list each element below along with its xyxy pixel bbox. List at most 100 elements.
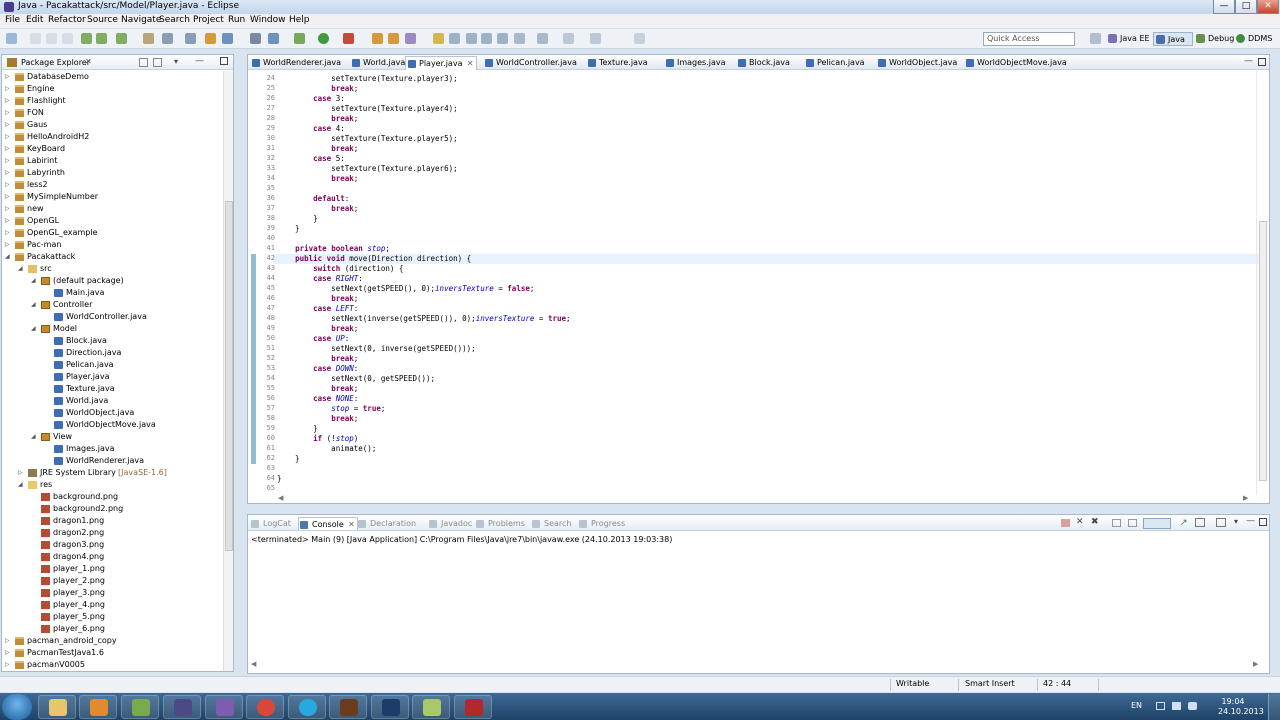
collapsed-arrow-icon[interactable]: ▷ (5, 659, 13, 671)
android-sdk-app-icon[interactable] (121, 695, 159, 719)
editor-tab[interactable]: Block.java (736, 56, 790, 70)
start-orb-icon[interactable] (2, 694, 32, 720)
expanded-arrow-icon[interactable]: ◢ (31, 431, 39, 443)
show-whitespace-icon[interactable] (481, 33, 492, 44)
collapsed-arrow-icon[interactable]: ▷ (5, 155, 13, 167)
language-indicator[interactable]: EN (1131, 701, 1142, 710)
new-java-class-icon[interactable] (388, 33, 399, 44)
collapsed-arrow-icon[interactable]: ▷ (5, 215, 13, 227)
editor-tab[interactable]: Pelican.java (804, 56, 865, 70)
notepad-app-icon[interactable] (412, 695, 450, 719)
media-player-icon[interactable] (79, 695, 117, 719)
perspective-debug[interactable]: Debug (1194, 32, 1234, 46)
code-line[interactable]: break; (277, 84, 358, 94)
console-tab[interactable]: Javadoc (428, 517, 472, 530)
code-line[interactable]: setNext(getSPEED(), 0);inversTexture = f… (277, 284, 534, 294)
editor-tab[interactable]: WorldObject.java (876, 56, 957, 70)
skip-breakpoints-icon[interactable] (185, 33, 196, 44)
quick-access-input[interactable]: Quick Access (983, 32, 1075, 46)
code-line[interactable]: case 4: (277, 124, 345, 134)
code-line[interactable]: if (!stop) (277, 434, 358, 444)
code-line[interactable]: case 3: (277, 94, 345, 104)
scroll-left-icon[interactable]: ◀ (278, 494, 283, 502)
code-line[interactable]: public void move(Direction direction) { (277, 254, 471, 264)
next-annotation-icon[interactable] (514, 33, 525, 44)
editor-tab[interactable]: WorldRenderer.java (250, 56, 341, 70)
code-line[interactable]: private boolean stop; (277, 244, 390, 254)
expanded-arrow-icon[interactable]: ◢ (5, 251, 13, 263)
editor-tab[interactable]: WorldObjectMove.java (964, 56, 1067, 70)
maximize-view-icon[interactable] (1259, 518, 1267, 526)
code-line[interactable]: break; (277, 324, 358, 334)
maximize-icon[interactable]: □ (1235, 0, 1257, 14)
collapsed-arrow-icon[interactable]: ▷ (5, 119, 13, 131)
code-line[interactable]: } (277, 224, 300, 234)
collapse-all-icon[interactable] (139, 58, 148, 67)
new-android-project-icon[interactable] (143, 33, 154, 44)
scroll-right-icon[interactable]: ▶ (1253, 660, 1258, 668)
code-line[interactable]: case DOWN: (277, 364, 358, 374)
open-console-icon[interactable] (1216, 518, 1226, 527)
display-selected-console-icon[interactable] (1195, 518, 1205, 527)
code-line[interactable]: break; (277, 144, 358, 154)
code-line[interactable]: setTexture(Texture.player5); (277, 134, 457, 144)
editor-vertical-scrollbar[interactable] (1256, 71, 1268, 495)
minimize-view-icon[interactable]: — (1244, 56, 1253, 66)
code-line[interactable]: } (277, 424, 318, 434)
console-tab[interactable]: LogCat (250, 517, 291, 530)
action-center-icon[interactable] (1172, 702, 1181, 710)
expanded-arrow-icon[interactable]: ◢ (31, 275, 39, 287)
debug-dropdown-icon[interactable] (294, 33, 305, 44)
close-icon[interactable]: ✕ (1257, 0, 1279, 14)
new-icon[interactable] (6, 33, 17, 44)
menu-help[interactable]: Help (289, 15, 310, 25)
clear-console-icon[interactable] (1112, 519, 1121, 527)
collapsed-arrow-icon[interactable]: ▷ (5, 95, 13, 107)
code-line[interactable]: break; (277, 114, 358, 124)
refresh-icon[interactable] (222, 33, 233, 44)
android-lint-icon[interactable] (116, 33, 127, 44)
media-app-icon[interactable] (454, 695, 492, 719)
open-type-icon[interactable] (205, 33, 216, 44)
menu-run[interactable]: Run (228, 15, 245, 25)
print-icon[interactable] (62, 33, 73, 44)
menu-project[interactable]: Project (193, 15, 224, 25)
code-line[interactable]: animate(); (277, 444, 376, 454)
photoshop-app-icon[interactable] (371, 695, 409, 719)
editor-tab[interactable]: WorldController.java (483, 56, 577, 70)
scroll-left-icon[interactable]: ◀ (251, 660, 256, 668)
toggle-block-selection-icon[interactable] (466, 33, 477, 44)
volume-icon[interactable] (1188, 702, 1197, 710)
code-line[interactable]: setNext(0, getSPEED()); (277, 374, 435, 384)
forward-icon[interactable] (590, 33, 601, 44)
collapsed-arrow-icon[interactable]: ▷ (5, 239, 13, 251)
editor-tab[interactable]: World.java (350, 56, 405, 70)
code-line[interactable]: break; (277, 204, 358, 214)
code-line[interactable]: setNext(0, inverse(getSPEED())); (277, 344, 476, 354)
debug-icon[interactable] (268, 33, 279, 44)
collapsed-arrow-icon[interactable]: ▷ (5, 203, 13, 215)
minimize-view-icon[interactable]: — (195, 56, 204, 66)
pin-icon[interactable] (250, 33, 261, 44)
code-line[interactable]: setTexture(Texture.player4); (277, 104, 457, 114)
code-line[interactable]: setNext(inverse(getSPEED()), 0);inversTe… (277, 314, 570, 324)
code-line[interactable]: case RIGHT: (277, 274, 363, 284)
minimize-icon[interactable]: — (1213, 0, 1235, 14)
collapsed-arrow-icon[interactable]: ▷ (18, 467, 26, 479)
console-tab[interactable]: Console ✕ (298, 517, 358, 530)
annotation-next-icon[interactable] (449, 33, 460, 44)
scroll-lock-icon[interactable] (1128, 519, 1137, 527)
code-line[interactable]: setTexture(Texture.player3); (277, 74, 457, 84)
code-lines[interactable]: 24 setTexture(Texture.player3); 25 break;… (251, 74, 1267, 500)
code-line[interactable]: break; (277, 384, 358, 394)
maximize-view-icon[interactable] (1258, 58, 1266, 66)
previous-annotation-icon[interactable] (537, 33, 548, 44)
expanded-arrow-icon[interactable]: ◢ (18, 263, 26, 275)
console-tab[interactable]: Declaration (357, 517, 416, 530)
collapsed-arrow-icon[interactable]: ▷ (5, 107, 13, 119)
scrollbar-thumb[interactable] (1259, 221, 1267, 481)
code-line[interactable]: } (277, 474, 282, 484)
code-line[interactable]: default: (277, 194, 349, 204)
code-line[interactable]: case LEFT: (277, 304, 358, 314)
open-task-icon[interactable] (405, 33, 416, 44)
